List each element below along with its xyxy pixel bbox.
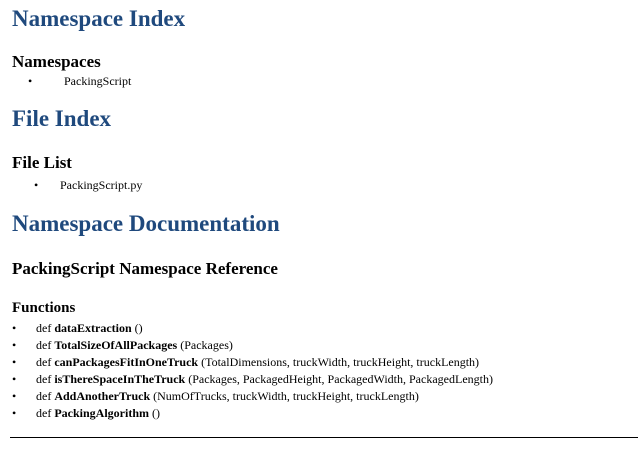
namespace-link[interactable]: PackingScript xyxy=(64,74,131,88)
bullet-icon: • xyxy=(28,74,33,88)
file-list-subheading: File List xyxy=(12,153,72,172)
function-item: • def PackingAlgorithm () xyxy=(12,405,493,422)
function-name-link[interactable]: TotalSizeOfAllPackages xyxy=(54,338,177,352)
function-params: (Packages) xyxy=(180,338,233,352)
bullet-icon: • xyxy=(12,389,17,403)
file-link[interactable]: PackingScript.py xyxy=(60,178,142,192)
horizontal-rule xyxy=(10,437,638,438)
function-item: • def isThereSpaceInTheTruck (Packages, … xyxy=(12,371,493,388)
function-name-link[interactable]: dataExtraction xyxy=(54,321,131,335)
functions-heading: Functions xyxy=(12,300,76,316)
function-params: (NumOfTrucks, truckWidth, truckHeight, t… xyxy=(153,389,419,403)
function-keyword: def xyxy=(36,406,52,420)
function-params: () xyxy=(134,321,143,335)
file-list: • PackingScript.py xyxy=(34,177,142,194)
namespace-list: • PackingScript xyxy=(28,73,131,90)
bullet-icon: • xyxy=(12,406,17,420)
function-item: • def dataExtraction () xyxy=(12,320,493,337)
bullet-icon: • xyxy=(12,321,17,335)
function-params: () xyxy=(152,406,160,420)
function-item: • def TotalSizeOfAllPackages (Packages) xyxy=(12,337,493,354)
list-item: • PackingScript xyxy=(28,73,131,90)
function-item: • def AddAnotherTruck (NumOfTrucks, truc… xyxy=(12,388,493,405)
function-item: • def canPackagesFitInOneTruck (TotalDim… xyxy=(12,354,493,371)
namespace-documentation-heading: Namespace Documentation xyxy=(12,211,280,236)
bullet-icon: • xyxy=(34,178,39,192)
bullet-icon: • xyxy=(12,338,17,352)
function-name-link[interactable]: AddAnotherTruck xyxy=(54,389,150,403)
function-name-link[interactable]: canPackagesFitInOneTruck xyxy=(54,355,198,369)
function-params: (TotalDimensions, truckWidth, truckHeigh… xyxy=(201,355,480,369)
function-keyword: def xyxy=(36,355,52,369)
function-keyword: def xyxy=(36,338,52,352)
bullet-icon: • xyxy=(12,355,17,369)
file-index-heading: File Index xyxy=(12,106,112,131)
function-name-link[interactable]: isThereSpaceInTheTruck xyxy=(54,372,185,386)
function-keyword: def xyxy=(36,372,52,386)
function-name-link[interactable]: PackingAlgorithm xyxy=(54,406,149,420)
function-keyword: def xyxy=(36,321,52,335)
list-item: • PackingScript.py xyxy=(34,177,142,194)
bullet-icon: • xyxy=(12,372,17,386)
namespaces-subheading: Namespaces xyxy=(12,52,101,71)
function-params: (Packages, PackagedHeight, PackagedWidth… xyxy=(188,372,493,386)
namespace-reference-heading: PackingScript Namespace Reference xyxy=(12,259,278,278)
namespace-index-heading: Namespace Index xyxy=(12,6,186,31)
functions-list: • def dataExtraction () • def TotalSizeO… xyxy=(12,320,493,422)
function-keyword: def xyxy=(36,389,52,403)
